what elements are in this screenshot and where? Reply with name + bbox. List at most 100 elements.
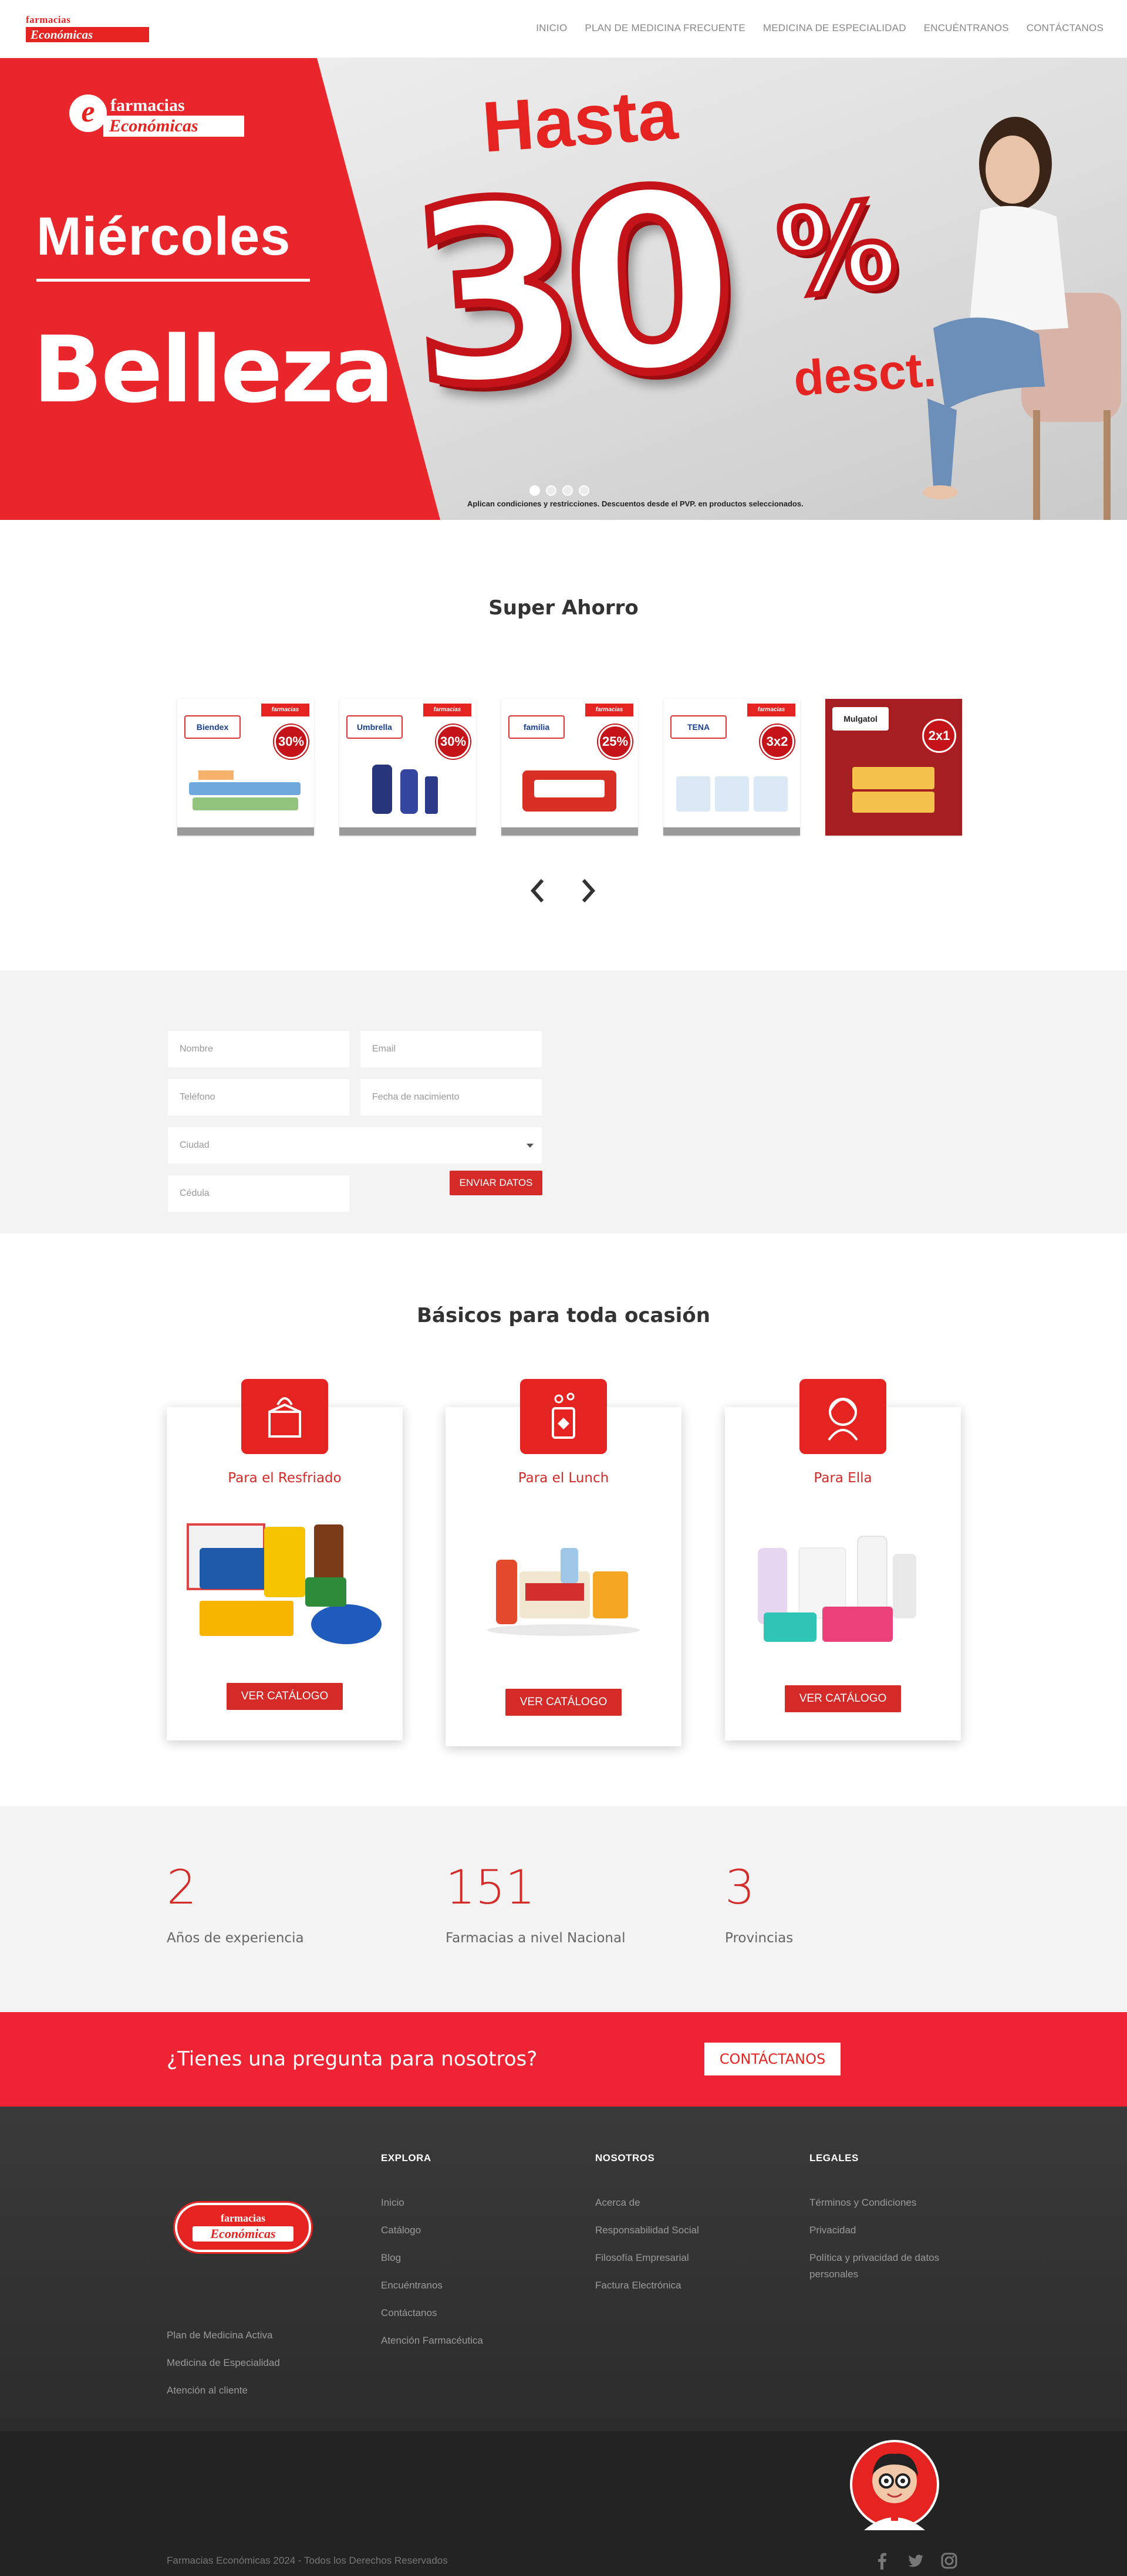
phone-field[interactable]: Teléfono — [168, 1079, 349, 1115]
site-footer: farmacias Económicas Plan de Medicina Ac… — [0, 2107, 1127, 2431]
tissue-box-icon — [241, 1379, 328, 1454]
name-field[interactable]: Nombre — [168, 1031, 349, 1067]
footer-link-contactanos[interactable]: Contáctanos — [381, 2305, 437, 2321]
promo-badge: 30% — [436, 725, 470, 759]
footer-link-factura[interactable]: Factura Electrónica — [595, 2277, 681, 2294]
catalog-card-resfriado: Para el Resfriado VER CATÁLOGO — [167, 1407, 403, 1740]
carousel-next-icon[interactable] — [580, 878, 598, 904]
promo-brand: TENA — [670, 715, 727, 739]
super-ahorro-title: Super Ahorro — [488, 596, 639, 620]
hero-percent: % — [768, 173, 906, 327]
footer-link-privacidad[interactable]: Privacidad — [809, 2222, 856, 2239]
hero-slider[interactable]: e farmacias Económicas Miércoles Belleza… — [0, 58, 1127, 520]
carousel-prev-icon[interactable] — [528, 878, 546, 904]
promo-product-image — [189, 770, 301, 810]
email-field[interactable]: Email — [360, 1031, 542, 1067]
promo-product-image — [522, 770, 616, 812]
promo-card[interactable]: farmacias Económicas familia 25% — [501, 699, 638, 836]
hero-model-image — [923, 117, 1121, 520]
footer-bottom-bar: Farmacias Económicas 2024 - Todos los De… — [0, 2431, 1127, 2576]
super-ahorro-carousel: farmacias Económicas Biendex 30% farmaci… — [177, 699, 962, 836]
footer-link-inicio[interactable]: Inicio — [381, 2195, 404, 2211]
lunch-products-image — [487, 1548, 640, 1636]
hero-logo-top: farmacias — [110, 96, 185, 115]
logo-e-mark: e — [69, 94, 107, 132]
footer-heading-explora: EXPLORA — [381, 2152, 431, 2163]
contact-button[interactable]: CONTÁCTANOS — [704, 2043, 841, 2075]
hero-discount: 30 — [397, 131, 733, 447]
id-number-field[interactable]: Cédula — [168, 1175, 349, 1212]
nav-medicina-especialidad[interactable]: MEDICINA DE ESPECIALIDAD — [763, 22, 906, 34]
promo-product-image — [372, 765, 438, 814]
instagram-icon[interactable] — [940, 2552, 958, 2570]
hero-logo-bottom: Económicas — [103, 116, 244, 137]
catalog-card-ella: Para Ella VER CATÁLOGO — [725, 1407, 961, 1740]
promo-badge: 30% — [274, 725, 308, 759]
footer-link-datos-personales[interactable]: Política y privacidad de datos personale… — [809, 2250, 962, 2283]
city-select-label: Ciudad — [180, 1140, 210, 1150]
ver-catalogo-button[interactable]: VER CATÁLOGO — [227, 1683, 343, 1710]
promo-logo: farmacias Económicas — [423, 704, 471, 726]
footer-link-blog[interactable]: Blog — [381, 2250, 401, 2266]
footer-link-acerca[interactable]: Acerca de — [595, 2195, 640, 2211]
promo-brand: Umbrella — [346, 715, 403, 739]
logo-top-text: farmacias — [26, 14, 71, 25]
slider-dot-3[interactable] — [562, 485, 573, 496]
copyright-text: Farmacias Económicas 2024 - Todos los De… — [167, 2555, 448, 2566]
lunch-drink-icon — [520, 1379, 607, 1454]
nav-plan-medicina[interactable]: PLAN DE MEDICINA FRECUENTE — [585, 22, 745, 34]
promo-card[interactable]: farmacias Económicas TENA 3x2 — [663, 699, 800, 836]
footer-link-especialidad[interactable]: Medicina de Especialidad — [167, 2355, 280, 2371]
contact-cta-banner: ¿Tienes una pregunta para nosotros? CONT… — [0, 2012, 1127, 2107]
catalog-card-lunch: Para el Lunch VER CATÁLOGO — [446, 1407, 681, 1746]
slider-dot-2[interactable] — [546, 485, 556, 496]
ver-catalogo-button[interactable]: VER CATÁLOGO — [785, 1685, 901, 1712]
site-logo[interactable]: farmacias Económicas — [26, 14, 149, 42]
footer-logo-top: farmacias — [221, 2212, 265, 2224]
promo-product-image — [676, 776, 788, 812]
slider-dot-4[interactable] — [579, 485, 589, 496]
footer-link-catalogo[interactable]: Catálogo — [381, 2222, 421, 2239]
main-nav: INICIO PLAN DE MEDICINA FRECUENTE MEDICI… — [536, 22, 1104, 34]
nav-encuentranos[interactable]: ENCUÉNTRANOS — [924, 22, 1009, 34]
stat-value-experience: 2 — [167, 1860, 197, 1915]
footer-link-atencion-cliente[interactable]: Atención al cliente — [167, 2382, 248, 2399]
promo-card[interactable]: Mulgatol 2x1 — [825, 699, 962, 836]
promo-footer-bar — [177, 827, 314, 836]
ver-catalogo-button[interactable]: VER CATÁLOGO — [505, 1689, 622, 1716]
birthdate-field[interactable]: Fecha de nacimiento — [360, 1079, 542, 1115]
hero-day: Miércoles — [36, 207, 291, 266]
footer-link-plan[interactable]: Plan de Medicina Activa — [167, 2327, 273, 2344]
cta-question: ¿Tienes una pregunta para nosotros? — [167, 2047, 538, 2071]
promo-badge: 25% — [598, 725, 632, 759]
facebook-icon[interactable] — [873, 2552, 891, 2570]
cold-products-image — [187, 1523, 382, 1644]
nav-contactanos[interactable]: CONTÁCTANOS — [1027, 22, 1104, 34]
footer-link-responsabilidad[interactable]: Responsabilidad Social — [595, 2222, 699, 2239]
promo-card[interactable]: farmacias Económicas Biendex 30% — [177, 699, 314, 836]
footer-logo[interactable]: farmacias Económicas — [175, 2203, 311, 2252]
footer-logo-bottom: Económicas — [193, 2226, 293, 2242]
footer-link-atencion-farmaceutica[interactable]: Atención Farmacéutica — [381, 2332, 483, 2349]
hero-disclaimer: Aplican condiciones y restricciones. Des… — [467, 499, 804, 508]
footer-heading-nosotros: NOSOTROS — [595, 2152, 655, 2163]
promo-footer-bar — [663, 827, 800, 836]
footer-heading-legales: LEGALES — [809, 2152, 859, 2163]
twitter-icon[interactable] — [907, 2552, 924, 2570]
woman-icon — [799, 1379, 886, 1454]
promo-card[interactable]: farmacias Económicas Umbrella 30% — [339, 699, 476, 836]
promo-badge: 2x1 — [922, 719, 956, 753]
footer-link-encuentranos[interactable]: Encuéntranos — [381, 2277, 443, 2294]
slider-dots — [529, 485, 589, 496]
stat-value-pharmacies: 151 — [446, 1860, 535, 1915]
footer-link-filosofia[interactable]: Filosofía Empresarial — [595, 2250, 689, 2266]
city-select[interactable]: Ciudad — [168, 1127, 542, 1164]
promo-product-image — [852, 767, 934, 813]
submit-button[interactable]: ENVIAR DATOS — [450, 1171, 542, 1195]
hero-divider — [36, 279, 310, 282]
pharmacist-mascot-image[interactable] — [846, 2434, 943, 2530]
card-title: Para el Lunch — [518, 1470, 609, 1486]
footer-link-terminos[interactable]: Términos y Condiciones — [809, 2195, 916, 2211]
nav-inicio[interactable]: INICIO — [536, 22, 567, 34]
slider-dot-1[interactable] — [529, 485, 540, 496]
